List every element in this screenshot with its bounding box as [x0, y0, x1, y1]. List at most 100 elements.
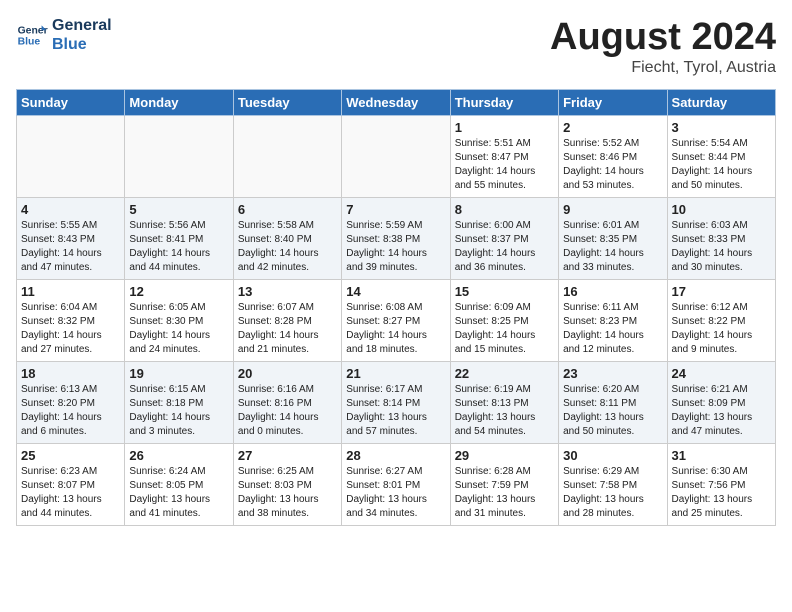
calendar-cell: 24 Sunrise: 6:21 AM Sunset: 8:09 PM Dayli… [667, 362, 775, 444]
day-info: Sunrise: 6:23 AM Sunset: 8:07 PM Dayligh… [21, 465, 120, 521]
header-day-thursday: Thursday [450, 90, 558, 116]
day-info: Sunrise: 5:52 AM Sunset: 8:46 PM Dayligh… [563, 137, 662, 193]
day-info: Sunrise: 5:54 AM Sunset: 8:44 PM Dayligh… [672, 137, 771, 193]
calendar-cell: 31 Sunrise: 6:30 AM Sunset: 7:56 PM Dayli… [667, 444, 775, 526]
logo-icon: General Blue [16, 19, 48, 51]
calendar-cell: 4 Sunrise: 5:55 AM Sunset: 8:43 PM Daylig… [17, 198, 125, 280]
header-day-tuesday: Tuesday [233, 90, 341, 116]
day-info: Sunrise: 6:27 AM Sunset: 8:01 PM Dayligh… [346, 465, 445, 521]
calendar-table: SundayMondayTuesdayWednesdayThursdayFrid… [16, 89, 776, 526]
day-number: 29 [455, 448, 554, 463]
calendar-cell: 21 Sunrise: 6:17 AM Sunset: 8:14 PM Dayli… [342, 362, 450, 444]
day-number: 21 [346, 366, 445, 381]
day-info: Sunrise: 6:20 AM Sunset: 8:11 PM Dayligh… [563, 383, 662, 439]
calendar-header-row: SundayMondayTuesdayWednesdayThursdayFrid… [17, 90, 776, 116]
calendar-cell: 6 Sunrise: 5:58 AM Sunset: 8:40 PM Daylig… [233, 198, 341, 280]
day-number: 7 [346, 202, 445, 217]
day-number: 15 [455, 284, 554, 299]
day-number: 2 [563, 120, 662, 135]
day-info: Sunrise: 5:51 AM Sunset: 8:47 PM Dayligh… [455, 137, 554, 193]
day-number: 30 [563, 448, 662, 463]
day-info: Sunrise: 6:17 AM Sunset: 8:14 PM Dayligh… [346, 383, 445, 439]
calendar-cell: 15 Sunrise: 6:09 AM Sunset: 8:25 PM Dayli… [450, 280, 558, 362]
day-info: Sunrise: 6:05 AM Sunset: 8:30 PM Dayligh… [129, 301, 228, 357]
day-info: Sunrise: 6:03 AM Sunset: 8:33 PM Dayligh… [672, 219, 771, 275]
day-number: 23 [563, 366, 662, 381]
location-subtitle: Fiecht, Tyrol, Austria [550, 59, 776, 77]
day-number: 13 [238, 284, 337, 299]
day-info: Sunrise: 6:30 AM Sunset: 7:56 PM Dayligh… [672, 465, 771, 521]
header-day-monday: Monday [125, 90, 233, 116]
day-number: 5 [129, 202, 228, 217]
logo-line2: Blue [52, 35, 112, 54]
day-number: 1 [455, 120, 554, 135]
day-number: 8 [455, 202, 554, 217]
day-info: Sunrise: 6:11 AM Sunset: 8:23 PM Dayligh… [563, 301, 662, 357]
day-number: 24 [672, 366, 771, 381]
calendar-week-row: 18 Sunrise: 6:13 AM Sunset: 8:20 PM Dayli… [17, 362, 776, 444]
header-day-saturday: Saturday [667, 90, 775, 116]
calendar-cell: 8 Sunrise: 6:00 AM Sunset: 8:37 PM Daylig… [450, 198, 558, 280]
calendar-cell: 11Sunrise: 6:04 AM Sunset: 8:32 PM Dayli… [17, 280, 125, 362]
calendar-cell: 7 Sunrise: 5:59 AM Sunset: 8:38 PM Daylig… [342, 198, 450, 280]
calendar-cell [17, 116, 125, 198]
day-info: Sunrise: 5:58 AM Sunset: 8:40 PM Dayligh… [238, 219, 337, 275]
day-number: 6 [238, 202, 337, 217]
day-info: Sunrise: 6:07 AM Sunset: 8:28 PM Dayligh… [238, 301, 337, 357]
day-number: 9 [563, 202, 662, 217]
day-info: Sunrise: 6:00 AM Sunset: 8:37 PM Dayligh… [455, 219, 554, 275]
calendar-cell: 2 Sunrise: 5:52 AM Sunset: 8:46 PM Daylig… [559, 116, 667, 198]
day-info: Sunrise: 6:01 AM Sunset: 8:35 PM Dayligh… [563, 219, 662, 275]
day-info: Sunrise: 6:28 AM Sunset: 7:59 PM Dayligh… [455, 465, 554, 521]
calendar-cell: 14 Sunrise: 6:08 AM Sunset: 8:27 PM Dayli… [342, 280, 450, 362]
header-day-friday: Friday [559, 90, 667, 116]
calendar-cell: 25 Sunrise: 6:23 AM Sunset: 8:07 PM Dayli… [17, 444, 125, 526]
calendar-cell: 9 Sunrise: 6:01 AM Sunset: 8:35 PM Daylig… [559, 198, 667, 280]
calendar-cell: 26Sunrise: 6:24 AM Sunset: 8:05 PM Dayli… [125, 444, 233, 526]
logo: General Blue General Blue [16, 16, 112, 54]
day-info: Sunrise: 5:59 AM Sunset: 8:38 PM Dayligh… [346, 219, 445, 275]
day-info: Sunrise: 6:16 AM Sunset: 8:16 PM Dayligh… [238, 383, 337, 439]
title-block: August 2024 Fiecht, Tyrol, Austria [550, 16, 776, 77]
calendar-cell: 23 Sunrise: 6:20 AM Sunset: 8:11 PM Dayli… [559, 362, 667, 444]
header-day-wednesday: Wednesday [342, 90, 450, 116]
day-info: Sunrise: 6:19 AM Sunset: 8:13 PM Dayligh… [455, 383, 554, 439]
calendar-cell: 28 Sunrise: 6:27 AM Sunset: 8:01 PM Dayli… [342, 444, 450, 526]
calendar-cell: 13 Sunrise: 6:07 AM Sunset: 8:28 PM Dayli… [233, 280, 341, 362]
svg-text:Blue: Blue [18, 37, 41, 48]
svg-text:General: General [18, 26, 48, 37]
calendar-cell: 20Sunrise: 6:16 AM Sunset: 8:16 PM Dayli… [233, 362, 341, 444]
day-info: Sunrise: 6:12 AM Sunset: 8:22 PM Dayligh… [672, 301, 771, 357]
month-year-title: August 2024 [550, 16, 776, 59]
day-number: 27 [238, 448, 337, 463]
calendar-cell: 30Sunrise: 6:29 AM Sunset: 7:58 PM Dayli… [559, 444, 667, 526]
day-number: 10 [672, 202, 771, 217]
day-info: Sunrise: 6:09 AM Sunset: 8:25 PM Dayligh… [455, 301, 554, 357]
day-info: Sunrise: 6:04 AM Sunset: 8:32 PM Dayligh… [21, 301, 120, 357]
day-number: 25 [21, 448, 120, 463]
day-number: 14 [346, 284, 445, 299]
day-number: 22 [455, 366, 554, 381]
day-info: Sunrise: 6:13 AM Sunset: 8:20 PM Dayligh… [21, 383, 120, 439]
calendar-cell [342, 116, 450, 198]
header-day-sunday: Sunday [17, 90, 125, 116]
calendar-cell [125, 116, 233, 198]
day-number: 18 [21, 366, 120, 381]
day-info: Sunrise: 6:21 AM Sunset: 8:09 PM Dayligh… [672, 383, 771, 439]
calendar-cell: 29 Sunrise: 6:28 AM Sunset: 7:59 PM Dayli… [450, 444, 558, 526]
day-number: 4 [21, 202, 120, 217]
day-info: Sunrise: 5:56 AM Sunset: 8:41 PM Dayligh… [129, 219, 228, 275]
calendar-cell: 1 Sunrise: 5:51 AM Sunset: 8:47 PM Daylig… [450, 116, 558, 198]
page-header: General Blue General Blue August 2024 Fi… [16, 16, 776, 77]
calendar-cell: 10 Sunrise: 6:03 AM Sunset: 8:33 PM Dayli… [667, 198, 775, 280]
logo-line1: General [52, 16, 112, 35]
day-info: Sunrise: 5:55 AM Sunset: 8:43 PM Dayligh… [21, 219, 120, 275]
calendar-cell: 3Sunrise: 5:54 AM Sunset: 8:44 PM Daylig… [667, 116, 775, 198]
day-number: 17 [672, 284, 771, 299]
day-info: Sunrise: 6:08 AM Sunset: 8:27 PM Dayligh… [346, 301, 445, 357]
calendar-cell: 27Sunrise: 6:25 AM Sunset: 8:03 PM Dayli… [233, 444, 341, 526]
calendar-cell: 19Sunrise: 6:15 AM Sunset: 8:18 PM Dayli… [125, 362, 233, 444]
calendar-cell [233, 116, 341, 198]
day-number: 28 [346, 448, 445, 463]
day-number: 31 [672, 448, 771, 463]
